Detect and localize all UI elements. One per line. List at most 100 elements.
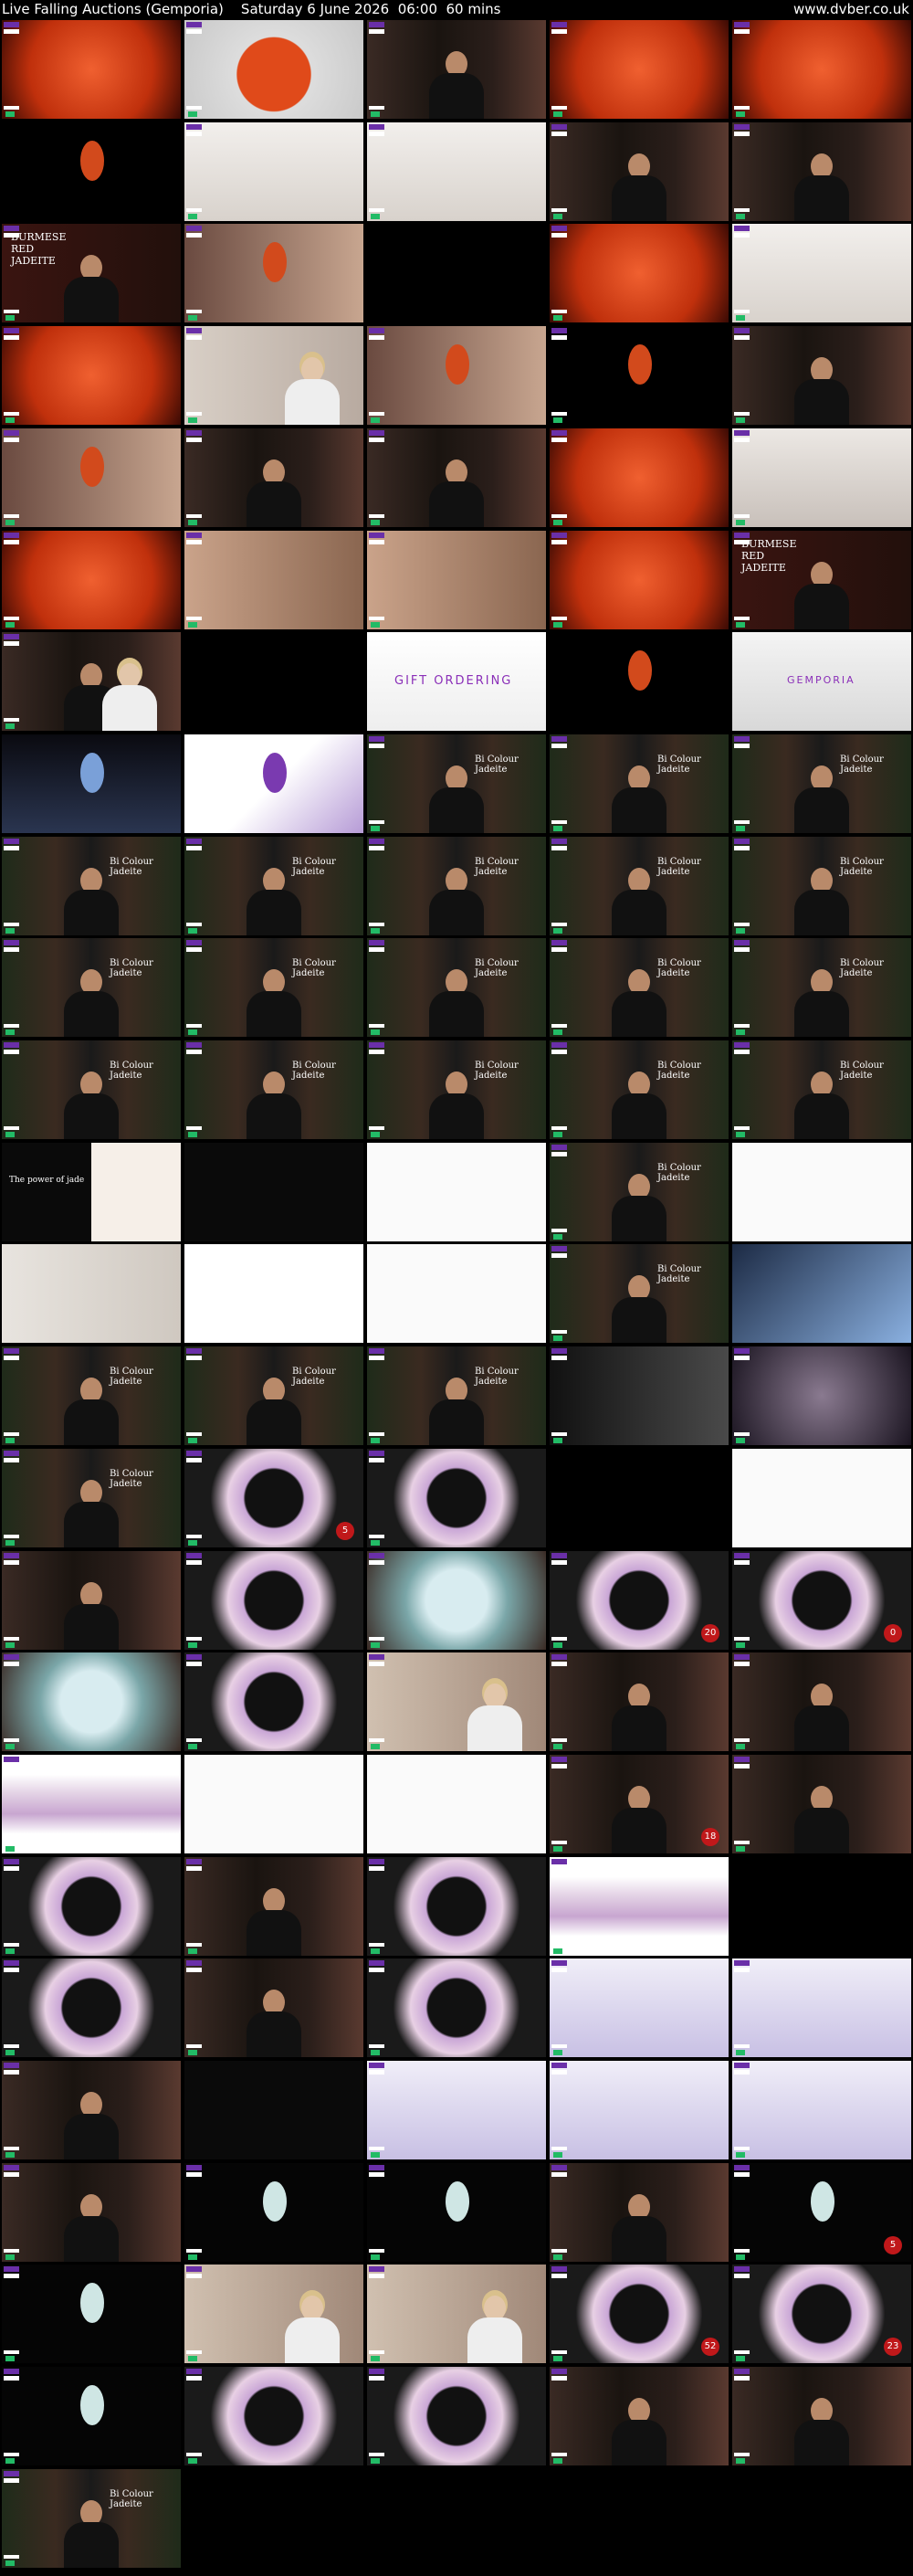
thumbnail[interactable] [184, 1142, 363, 1241]
thumbnail[interactable] [732, 1142, 911, 1241]
thumbnail[interactable]: 20 [550, 1550, 729, 1650]
thumbnail[interactable]: Bi Colour Jadeite [2, 1346, 181, 1446]
thumbnail[interactable] [2, 530, 181, 629]
thumbnail[interactable] [184, 1958, 363, 2058]
thumbnail[interactable] [732, 1346, 911, 1446]
thumbnail[interactable] [367, 2367, 546, 2466]
thumbnail[interactable]: BURMESE RED JADEITE [732, 530, 911, 629]
thumbnail[interactable] [367, 121, 546, 221]
thumbnail[interactable] [732, 1244, 911, 1344]
thumbnail[interactable] [550, 20, 729, 119]
thumbnail[interactable] [732, 1754, 911, 1853]
thumbnail[interactable] [184, 2162, 363, 2262]
thumbnail[interactable] [550, 2367, 729, 2466]
thumbnail[interactable]: Bi Colour Jadeite [2, 836, 181, 935]
thumbnail[interactable] [367, 428, 546, 527]
thumbnail[interactable] [184, 1856, 363, 1956]
thumbnail[interactable]: Bi Colour Jadeite [367, 1346, 546, 1446]
thumbnail[interactable]: Bi Colour Jadeite [2, 1040, 181, 1139]
thumbnail[interactable] [184, 1550, 363, 1650]
thumbnail[interactable] [367, 1448, 546, 1547]
thumbnail[interactable] [2, 20, 181, 119]
thumbnail[interactable] [367, 530, 546, 629]
thumbnail[interactable] [367, 2265, 546, 2364]
thumbnail[interactable] [550, 1448, 729, 1547]
thumbnail[interactable] [184, 428, 363, 527]
thumbnail[interactable] [732, 1652, 911, 1752]
thumbnail[interactable] [2, 1652, 181, 1752]
thumbnail[interactable] [184, 20, 363, 119]
thumbnail[interactable] [550, 2061, 729, 2159]
thumbnail[interactable] [732, 428, 911, 527]
thumbnail[interactable] [184, 1754, 363, 1853]
thumbnail[interactable]: Bi Colour Jadeite [2, 938, 181, 1038]
thumbnail[interactable] [184, 326, 363, 426]
thumbnail[interactable] [732, 1856, 911, 1956]
thumbnail[interactable] [367, 20, 546, 119]
thumbnail[interactable] [184, 734, 363, 833]
site-link[interactable]: www.dvber.co.uk [793, 1, 909, 17]
thumbnail[interactable] [732, 1958, 911, 2058]
thumbnail[interactable] [732, 224, 911, 323]
thumbnail[interactable]: Bi Colour Jadeite [732, 938, 911, 1038]
thumbnail[interactable] [184, 224, 363, 323]
thumbnail[interactable]: 5 [184, 1448, 363, 1547]
thumbnail[interactable] [367, 1244, 546, 1344]
thumbnail[interactable] [367, 1958, 546, 2058]
thumbnail[interactable] [184, 2265, 363, 2364]
thumbnail[interactable]: Bi Colour Jadeite [732, 734, 911, 833]
thumbnail[interactable]: Bi Colour Jadeite [367, 836, 546, 935]
thumbnail[interactable]: Bi Colour Jadeite [732, 836, 911, 935]
thumbnail[interactable] [2, 2162, 181, 2262]
thumbnail[interactable]: Bi Colour Jadeite [732, 1040, 911, 1139]
thumbnail[interactable]: Bi Colour Jadeite [367, 938, 546, 1038]
thumbnail[interactable]: Bi Colour Jadeite [367, 1040, 546, 1139]
thumbnail[interactable]: Bi Colour Jadeite [184, 836, 363, 935]
thumbnail[interactable] [732, 326, 911, 426]
thumbnail[interactable] [550, 1346, 729, 1446]
thumbnail[interactable]: Bi Colour Jadeite [550, 1244, 729, 1344]
thumbnail[interactable] [2, 2367, 181, 2466]
thumbnail[interactable] [2, 2061, 181, 2159]
thumbnail[interactable] [2, 2265, 181, 2364]
thumbnail[interactable] [184, 1244, 363, 1344]
thumbnail[interactable] [367, 1550, 546, 1650]
thumbnail[interactable]: Bi Colour Jadeite [550, 734, 729, 833]
thumbnail[interactable] [2, 1550, 181, 1650]
thumbnail[interactable] [732, 2061, 911, 2159]
thumbnail[interactable] [732, 20, 911, 119]
thumbnail[interactable] [2, 632, 181, 732]
thumbnail[interactable]: Bi Colour Jadeite [184, 938, 363, 1038]
thumbnail[interactable] [184, 121, 363, 221]
thumbnail[interactable] [550, 428, 729, 527]
thumbnail[interactable] [367, 224, 546, 323]
thumbnail[interactable] [2, 1244, 181, 1344]
thumbnail[interactable] [2, 1958, 181, 2058]
thumbnail[interactable] [184, 1652, 363, 1752]
thumbnail[interactable]: Bi Colour Jadeite [2, 1448, 181, 1547]
thumbnail[interactable]: 0 [732, 1550, 911, 1650]
thumbnail[interactable]: Bi Colour Jadeite [550, 938, 729, 1038]
thumbnail[interactable] [550, 224, 729, 323]
thumbnail[interactable] [2, 1754, 181, 1853]
thumbnail[interactable]: Bi Colour Jadeite [550, 836, 729, 935]
thumbnail[interactable] [2, 428, 181, 527]
thumbnail[interactable] [550, 326, 729, 426]
thumbnail[interactable] [550, 530, 729, 629]
thumbnail[interactable] [367, 2061, 546, 2159]
thumbnail[interactable] [367, 1142, 546, 1241]
thumbnail[interactable] [184, 2367, 363, 2466]
thumbnail[interactable]: Bi Colour Jadeite [550, 1142, 729, 1241]
thumbnail[interactable]: Bi Colour Jadeite [184, 1346, 363, 1446]
thumbnail[interactable]: 23 [732, 2265, 911, 2364]
thumbnail[interactable] [2, 734, 181, 833]
thumbnail[interactable] [367, 1754, 546, 1853]
thumbnail[interactable] [367, 326, 546, 426]
thumbnail[interactable]: 52 [550, 2265, 729, 2364]
thumbnail[interactable] [732, 121, 911, 221]
thumbnail[interactable]: Bi Colour Jadeite [184, 1040, 363, 1139]
thumbnail[interactable]: 5 [732, 2162, 911, 2262]
thumbnail[interactable] [550, 632, 729, 732]
thumbnail[interactable] [550, 2162, 729, 2262]
thumbnail[interactable]: The power of jade [2, 1142, 181, 1241]
